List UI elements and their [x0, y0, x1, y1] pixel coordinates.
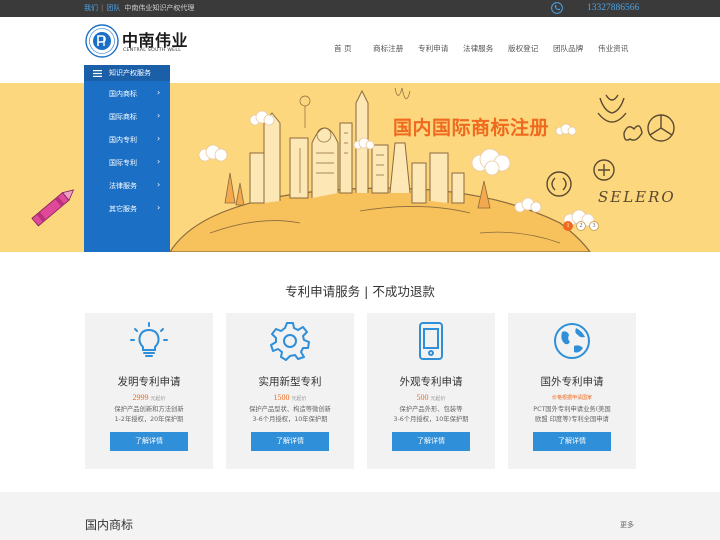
- nav-item-team[interactable]: 团队品牌: [553, 43, 583, 54]
- section-heading: 国内商标: [85, 518, 134, 532]
- globe-icon: [554, 323, 590, 359]
- service-card-design[interactable]: 外观专利申请 500 元起价 保护产品外形、包装等 3-6个月授权，10年保护期…: [367, 313, 495, 469]
- nav-item-patent[interactable]: 专利申请: [418, 43, 448, 54]
- deer-logo-icon: [597, 94, 627, 123]
- card-description: 保护产品创新和方法创新 1-2年授权，20年保护期: [85, 405, 213, 425]
- slide-dot-1[interactable]: 1: [563, 221, 573, 231]
- chevron-right-icon: ›: [157, 157, 161, 166]
- site-logo[interactable]: 中南伟业 CENTRAL SOUTH WELL: [85, 24, 200, 60]
- nav-item-home[interactable]: 首 页: [334, 43, 352, 54]
- side-menu-item-label: 其它服务: [109, 205, 137, 213]
- side-menu-header: 知识产权服务: [84, 65, 170, 81]
- card-price: 1500 元起价: [226, 393, 354, 402]
- top-links: 我们 | 团队 中南伟业知识产权代理: [84, 3, 194, 13]
- service-card-foreign[interactable]: 国外专利申请 价格根据申请国家 PCT国外专利申请业务(美国 欧盟 印度等)专利…: [508, 313, 636, 469]
- selero-brand-text: SELERO: [598, 188, 676, 206]
- side-menu-item-intl-patent[interactable]: 国际专利 ›: [84, 153, 170, 173]
- price-unit: 元起价: [150, 396, 166, 402]
- top-separator: |: [101, 4, 104, 12]
- card-description: 保护产品型状、构造等微创新 3-6个月授权，10年保护期: [226, 405, 354, 425]
- side-menu-item-intl-trademark[interactable]: 国际商标 ›: [84, 107, 170, 127]
- side-menu-item-legal[interactable]: 法律服务 ›: [84, 176, 170, 196]
- desc-line: 欧盟 印度等)专利全国申请: [535, 416, 609, 423]
- service-card-utility[interactable]: 实用新型专利 1500 元起价 保护产品型状、构造等微创新 3-6个月授权，10…: [226, 313, 354, 469]
- card-price: 2999 元起价: [85, 393, 213, 402]
- slide-dot-3[interactable]: 3: [589, 221, 599, 231]
- nav-item-copyright[interactable]: 版权登记: [508, 43, 538, 54]
- header: 中南伟业 CENTRAL SOUTH WELL 首 页 商标注册 专利申请 法律…: [0, 17, 720, 65]
- logo-badge-icon: [85, 24, 119, 58]
- learn-more-button[interactable]: 了解详情: [392, 432, 470, 451]
- domestic-trademark-section: 国内商标 更多: [0, 492, 720, 540]
- chevron-right-icon: ›: [157, 111, 161, 120]
- learn-more-button[interactable]: 了解详情: [251, 432, 329, 451]
- banner-title: 国内国际商标注册: [393, 117, 550, 139]
- desc-line: 保护产品外形、包装等: [399, 406, 463, 413]
- side-menu-title: 知识产权服务: [109, 69, 151, 77]
- section-title: 专利申请服务 | 不成功退款: [285, 284, 435, 299]
- gucci-logo-icon: [546, 171, 572, 197]
- desc-line: 3-6个月授权，10年保护期: [252, 416, 328, 423]
- service-card-invention[interactable]: 发明专利申请 2999 元起价 保护产品创新和方法创新 1-2年授权，20年保护…: [85, 313, 213, 469]
- price-value: 1500: [273, 393, 290, 402]
- nav-item-legal[interactable]: 法律服务: [463, 43, 493, 54]
- side-menu-item-other[interactable]: 其它服务 ›: [84, 199, 170, 219]
- top-bar: 我们 | 团队 中南伟业知识产权代理 13327886566: [0, 0, 720, 17]
- chevron-right-icon: ›: [157, 88, 161, 97]
- desc-line: 3-6个月授权，10年保护期: [393, 416, 469, 423]
- card-description: 保护产品外形、包装等 3-6个月授权，10年保护期: [367, 405, 495, 425]
- crayon-icon: [31, 189, 75, 227]
- flame-logo-icon: [623, 125, 643, 141]
- desc-line: PCT国外专利申请业务(美国: [533, 406, 611, 413]
- card-description: PCT国外专利申请业务(美国 欧盟 印度等)专利全国申请: [508, 405, 636, 425]
- card-title: 发明专利申请: [117, 376, 181, 388]
- side-menu-item-label: 国际专利: [109, 159, 137, 167]
- card-price: 500 元起价: [367, 393, 495, 402]
- price-unit: 元起价: [291, 396, 307, 402]
- logo-subtitle: CENTRAL SOUTH WELL: [123, 48, 182, 53]
- lightbulb-icon: [130, 322, 168, 357]
- chevron-right-icon: ›: [157, 134, 161, 143]
- card-price-note: 价格根据申请国家: [551, 395, 592, 401]
- tablet-icon: [419, 322, 443, 360]
- desc-line: 保护产品创新和方法创新: [114, 406, 184, 413]
- hotline-number: 13327886566: [587, 3, 640, 13]
- gear-icon: [270, 322, 310, 361]
- nav-item-news[interactable]: 伟业资讯: [598, 43, 628, 54]
- side-menu-item-label: 国际商标: [109, 113, 137, 121]
- price-unit: 元起价: [430, 396, 446, 402]
- learn-more-button[interactable]: 了解详情: [533, 432, 611, 451]
- side-menu-item-label: 国内专利: [109, 136, 137, 144]
- learn-more-button[interactable]: 了解详情: [110, 432, 188, 451]
- card-title: 实用新型专利: [258, 376, 322, 388]
- service-side-menu: 知识产权服务 国内商标 › 国际商标 › 国内专利 › 国际专利 › 法律服务 …: [84, 65, 170, 252]
- side-menu-item-label: 国内商标: [109, 90, 137, 98]
- more-link[interactable]: 更多: [620, 520, 634, 530]
- card-title: 外观专利申请: [399, 376, 463, 388]
- desc-line: 1-2年授权，20年保护期: [114, 416, 184, 423]
- about-link[interactable]: 我们: [84, 4, 98, 12]
- chevron-right-icon: ›: [157, 180, 161, 189]
- chevron-right-icon: ›: [157, 203, 161, 212]
- side-menu-item-domestic-patent[interactable]: 国内专利 ›: [84, 130, 170, 150]
- price-value: 2999: [132, 393, 149, 402]
- team-link[interactable]: 团队: [106, 4, 120, 12]
- side-menu-item-domestic-trademark[interactable]: 国内商标 ›: [84, 84, 170, 104]
- slide-dot-2[interactable]: 2: [576, 221, 586, 231]
- card-title: 国外专利申请: [540, 376, 604, 388]
- desc-line: 保护产品型状、构造等微创新: [249, 406, 331, 413]
- nav-item-trademark[interactable]: 商标注册: [373, 43, 403, 54]
- side-menu-item-label: 法律服务: [109, 182, 137, 190]
- hamburger-icon: [93, 70, 102, 77]
- phone-icon: [551, 2, 563, 14]
- price-value: 500: [416, 393, 429, 402]
- top-tagline: 中南伟业知识产权代理: [124, 4, 195, 12]
